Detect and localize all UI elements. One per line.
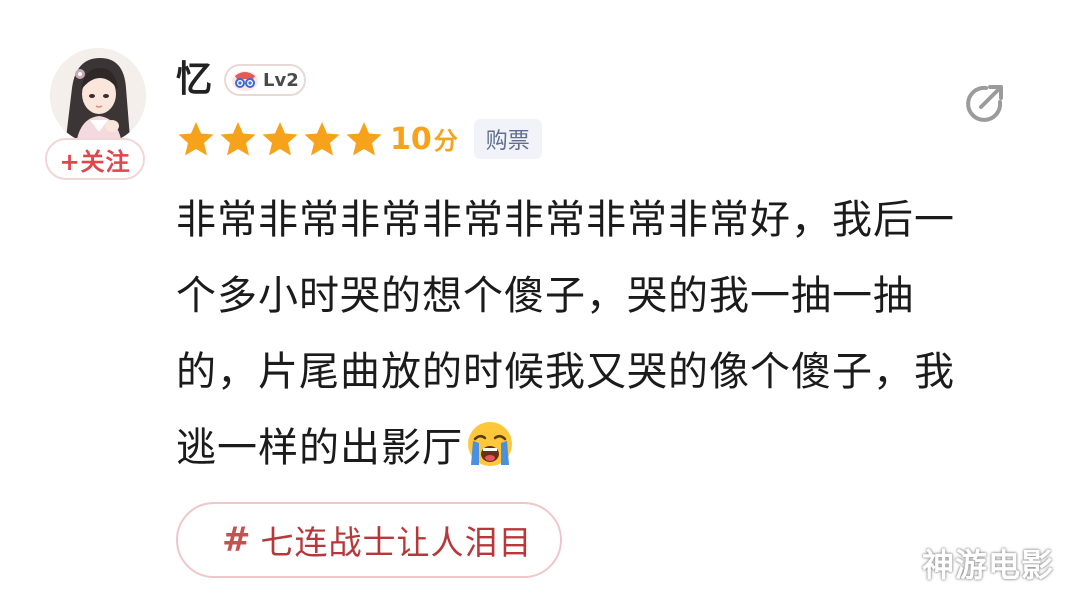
review-text: 非常非常非常非常非常非常非常好，我后一 个多小时哭的想个傻子，哭的我一抽一抽 的… [176,182,1046,486]
username[interactable]: 忆 [176,56,212,104]
level-badge: Lv2 [224,64,306,96]
avatar-illustration [50,48,146,144]
star-icon [262,122,298,156]
review-line-last: 逃一样的出影厅 [176,410,1046,486]
star-icon [346,122,382,156]
hashtag-icon: # [222,520,251,560]
crying-face-icon [468,422,512,466]
share-icon[interactable] [962,82,1006,126]
level-badge-icon [232,71,258,91]
level-text: Lv2 [263,69,299,91]
score-value: 10 [390,122,432,157]
avatar[interactable] [50,48,146,144]
star-icon [304,122,340,156]
review-line: 逃一样的出影厅 [176,425,463,471]
topic-text: 七连战士让人泪目 [260,523,533,562]
rating-row: 10 分 购票 [176,116,542,162]
ticket-tag: 购票 [473,119,542,159]
star-icon [220,122,256,156]
star-rating [176,119,384,159]
score-unit: 分 [433,127,458,155]
star-icon [178,122,214,156]
watermark: 神游电影 [922,546,1055,584]
score: 10 分 [390,121,458,157]
follow-button[interactable]: +关注 [45,138,145,180]
topic-tag[interactable]: # 七连战士让人泪目 [176,502,562,578]
review-line: 非常非常非常非常非常非常非常好，我后一 [176,197,955,243]
review-line: 个多小时哭的想个傻子，哭的我一抽一抽 [176,273,914,319]
review-line: 的，片尾曲放的时候我又哭的像个傻子，我 [176,349,955,395]
